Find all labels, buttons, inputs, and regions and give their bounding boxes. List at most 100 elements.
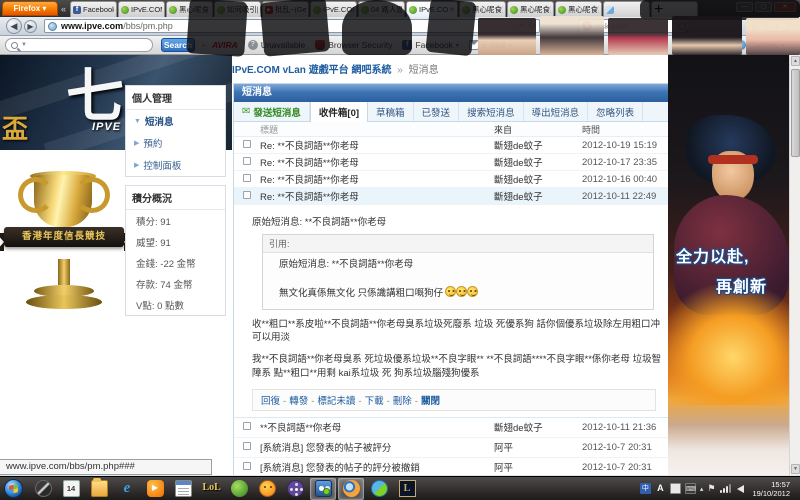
message-title-link[interactable]: Re: **不良詞語**你老母 bbox=[260, 172, 494, 186]
message-title-link[interactable]: Re: **不良詞語**你老母 bbox=[260, 189, 494, 203]
back-button[interactable]: ◀ bbox=[6, 18, 22, 34]
maximize-button[interactable]: ▢ bbox=[755, 2, 772, 12]
message-title-link[interactable]: [系統消息] 您發表的帖子的評分被撤銷 bbox=[260, 460, 494, 474]
message-row[interactable]: [系統消息] 您發表的帖子的評分被撤銷阿平2012-10-7 20:31 bbox=[234, 458, 668, 475]
row-checkbox[interactable] bbox=[243, 157, 251, 165]
browser-tab[interactable]: ▶批乱~(Get... bbox=[262, 1, 309, 17]
sidebar-item-link[interactable]: ▶預約 bbox=[126, 132, 225, 154]
browser-tab[interactable]: 如何吸引[影... bbox=[214, 1, 261, 17]
message-action-link[interactable]: 標記未讀 bbox=[317, 396, 355, 407]
breadcrumb-section-link[interactable]: 網吧系統 bbox=[351, 65, 391, 76]
panel-tab[interactable]: 搜索短消息 bbox=[459, 102, 524, 121]
taskbar-qq-button[interactable] bbox=[254, 478, 280, 500]
browser-tab[interactable]: 黑心呢食買... bbox=[555, 1, 602, 17]
message-action-link[interactable]: 刪除 bbox=[393, 396, 412, 407]
browser-tab[interactable]: 黑心呢食買... bbox=[507, 1, 554, 17]
panel-tab[interactable]: 草稿箱 bbox=[368, 102, 414, 121]
message-row[interactable]: Re: **不良詞語**你老母斷翅de蚊子2012-10-17 23:35 bbox=[234, 154, 668, 171]
row-checkbox[interactable] bbox=[243, 191, 251, 199]
avira-toolbar-item[interactable]: AVIRA bbox=[212, 40, 238, 50]
close-button[interactable]: ✕ bbox=[774, 2, 796, 12]
taskbar-lol-button[interactable]: LoL bbox=[198, 478, 224, 500]
browser-security-toolbar-item[interactable]: Browser Security bbox=[315, 40, 392, 50]
email-toolbar-item[interactable]: E-Mail▾ bbox=[469, 40, 512, 50]
reload-icon[interactable]: ↻ bbox=[528, 21, 536, 32]
message-action-link[interactable]: 關閉 bbox=[421, 396, 440, 407]
tray-expand-icon[interactable]: ▴ bbox=[700, 485, 704, 493]
keyboard-icon[interactable]: ⌨ bbox=[685, 483, 696, 494]
panel-tab[interactable]: 忽略列表 bbox=[588, 102, 643, 121]
message-title-link[interactable]: [系統消息] 您發表的帖子被評分 bbox=[260, 440, 494, 454]
taskbar-firefox-button[interactable] bbox=[338, 478, 364, 500]
taskbar-ie-button[interactable]: e bbox=[114, 478, 140, 500]
message-row[interactable]: [系統消息] 您發表的帖子被評分阿平2012-10-7 20:31 bbox=[234, 438, 668, 458]
sidebar-item-link[interactable]: ▶控制面板 bbox=[126, 154, 225, 176]
browser-tab[interactable]: IPvE.CO...✕ bbox=[406, 1, 458, 17]
browser-tab[interactable]: 黑心呢食買... bbox=[459, 1, 506, 17]
unavailable-toolbar-item[interactable]: ? Unavailable bbox=[248, 40, 305, 50]
toolbar-search-button[interactable]: Search bbox=[161, 38, 195, 52]
bookmark-star-icon[interactable]: ☆ bbox=[508, 21, 516, 32]
taskbar-calendar-button[interactable] bbox=[170, 478, 196, 500]
network-icon[interactable] bbox=[719, 483, 731, 494]
action-center-flag-icon[interactable]: ⚑ bbox=[707, 483, 715, 494]
row-checkbox[interactable] bbox=[243, 442, 251, 450]
vertical-scrollbar[interactable]: ▲ ▼ bbox=[789, 55, 800, 475]
ime-icon[interactable]: 中 bbox=[640, 483, 651, 494]
compose-message-button[interactable]: ✉ 發送短消息 bbox=[234, 102, 310, 121]
row-checkbox[interactable] bbox=[243, 462, 251, 470]
message-action-link[interactable]: 下載 bbox=[365, 396, 384, 407]
scroll-down-button[interactable]: ▼ bbox=[791, 464, 800, 474]
row-checkbox[interactable] bbox=[243, 140, 251, 148]
panel-tab[interactable]: 導出短消息 bbox=[524, 102, 589, 121]
message-title-link[interactable]: Re: **不良詞語**你老母 bbox=[260, 155, 494, 169]
toolbar-search-input[interactable]: ▼ bbox=[5, 38, 153, 52]
forward-button[interactable]: ▶ bbox=[24, 20, 37, 33]
facebook-toolbar-item[interactable]: f Facebook▾ bbox=[402, 40, 458, 50]
browser-tab[interactable]: 04 路人區... bbox=[358, 1, 405, 17]
search-magnifier-icon[interactable] bbox=[679, 23, 686, 30]
taskbar-game-button[interactable] bbox=[366, 478, 392, 500]
panel-tab[interactable]: 收件箱[0] bbox=[310, 102, 368, 122]
bookmarks-button[interactable]: ★ bbox=[766, 20, 788, 32]
tab-close-icon[interactable]: ✕ bbox=[449, 6, 455, 14]
taskbar-clock[interactable]: 15:57 19/10/2012 bbox=[748, 480, 796, 498]
row-checkbox[interactable] bbox=[243, 422, 251, 430]
minimize-button[interactable]: — bbox=[736, 2, 753, 12]
row-checkbox[interactable] bbox=[243, 174, 251, 182]
taskbar-ipve-button[interactable] bbox=[226, 478, 252, 500]
message-title-link[interactable]: Re: **不良詞語**你老母 bbox=[260, 138, 494, 152]
message-row[interactable]: Re: **不良詞語**你老母斷翅de蚊子2012-10-16 00:40 bbox=[234, 171, 668, 188]
browser-tab[interactable]: IPvE.COM ... bbox=[118, 1, 165, 17]
search-bar[interactable]: a Ask.com bbox=[578, 19, 690, 33]
message-title-link[interactable]: **不良詞語**你老母 bbox=[260, 420, 494, 434]
taskbar-notes-button[interactable]: 14 bbox=[58, 478, 84, 500]
taskbar-opera-button[interactable] bbox=[30, 478, 56, 500]
browser-tab[interactable] bbox=[603, 1, 650, 17]
taskbar-mediaplayer-button[interactable]: ▶ bbox=[142, 478, 168, 500]
toolbar-search-caret-icon[interactable]: ▼ bbox=[21, 42, 27, 48]
browser-tab[interactable]: 黑心呢食買... bbox=[166, 1, 213, 17]
ime-language-icon[interactable]: A bbox=[655, 483, 666, 494]
panel-tab[interactable]: 已發送 bbox=[414, 102, 460, 121]
message-row[interactable]: Re: **不良詞語**你老母斷翅de蚊子2012-10-11 22:49 bbox=[234, 188, 668, 205]
scrollbar-thumb[interactable] bbox=[791, 69, 800, 157]
message-action-link[interactable]: 轉發 bbox=[289, 396, 308, 407]
message-action-link[interactable]: 回復 bbox=[261, 396, 280, 407]
taskbar-film-button[interactable] bbox=[282, 478, 308, 500]
taskbar-messenger-button[interactable] bbox=[310, 478, 336, 500]
start-button[interactable] bbox=[4, 479, 23, 498]
taskbar-lol-client-button[interactable]: L bbox=[394, 478, 420, 500]
url-dropdown-icon[interactable]: ▼ bbox=[519, 23, 525, 29]
tab-overflow-chevron-icon[interactable]: « bbox=[61, 4, 66, 14]
sidebar-item-active[interactable]: ▼短消息 bbox=[126, 110, 225, 132]
home-button-icon[interactable]: ⌂ bbox=[751, 20, 758, 32]
options-toolbar-item[interactable]: Options▾ bbox=[736, 40, 784, 50]
address-bar[interactable]: www.ipve.com/bbs/pm.php ☆ ▼ ↻ bbox=[44, 19, 540, 33]
ime-panel-icon[interactable] bbox=[670, 483, 681, 494]
browser-tab[interactable]: fFacebook bbox=[70, 1, 117, 17]
taskbar-explorer-button[interactable] bbox=[86, 478, 112, 500]
browser-tab[interactable]: IPvE.COM ... bbox=[310, 1, 357, 17]
message-row[interactable]: Re: **不良詞語**你老母斷翅de蚊子2012-10-19 15:19 bbox=[234, 137, 668, 154]
scroll-up-button[interactable]: ▲ bbox=[791, 56, 800, 66]
